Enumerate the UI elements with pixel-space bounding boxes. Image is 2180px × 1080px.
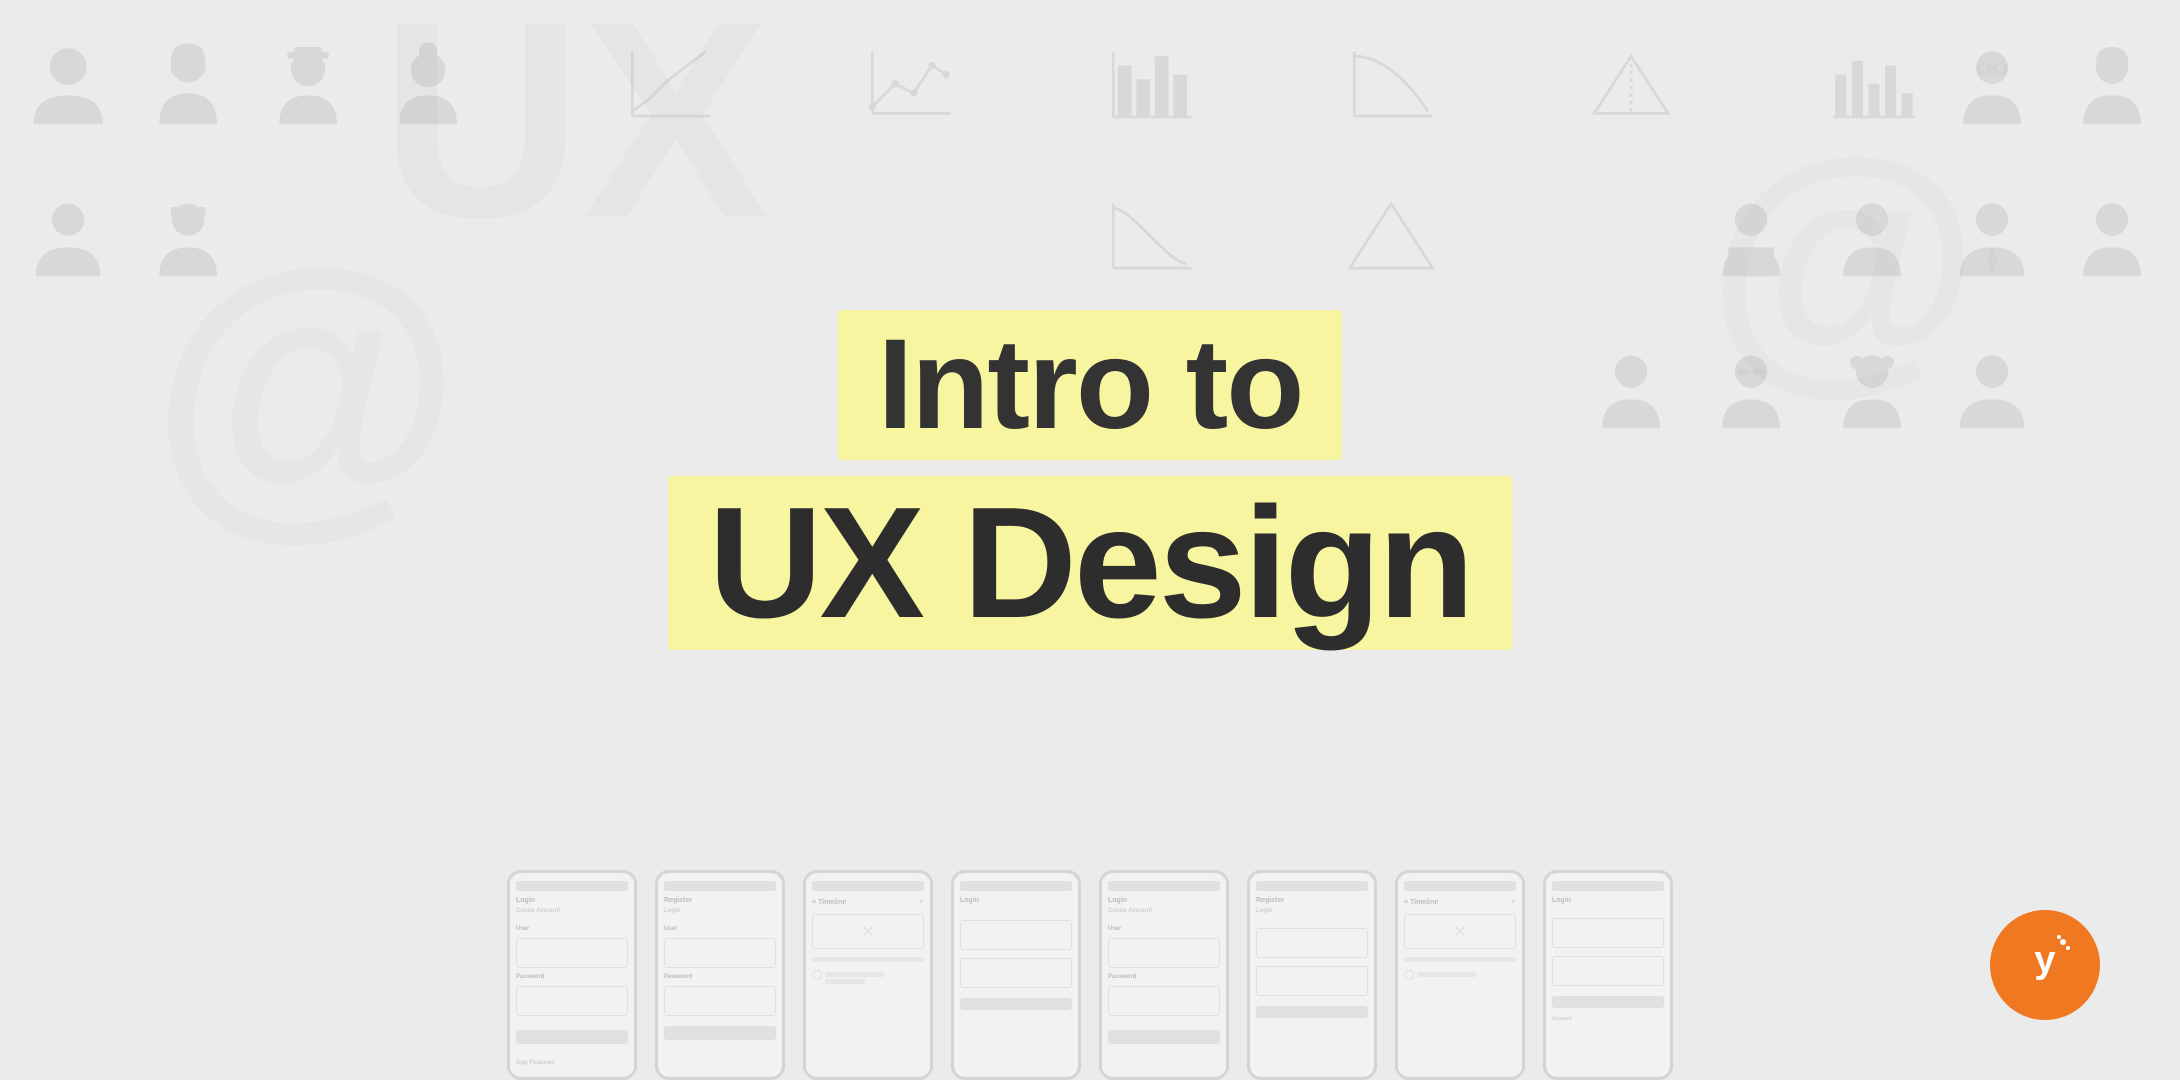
svg-text:y: y	[2034, 939, 2055, 981]
title-line-2: UX Design	[708, 475, 1471, 651]
title-line-1-container: Intro to	[838, 310, 1343, 460]
main-content: Intro to UX Design	[0, 0, 2180, 1080]
title-block: Intro to UX Design	[668, 310, 1511, 650]
title-line-1: Intro to	[878, 313, 1303, 456]
title-line-2-container: UX Design	[668, 476, 1511, 650]
logo-icon: y	[2013, 926, 2078, 1005]
logo-badge: y	[1990, 910, 2100, 1020]
